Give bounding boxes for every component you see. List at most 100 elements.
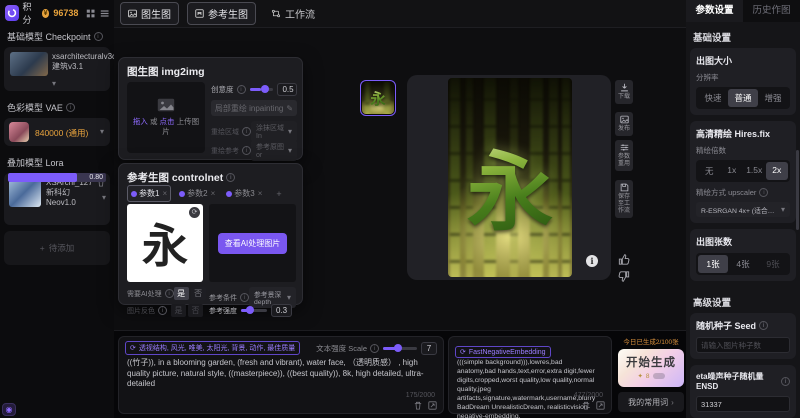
- close-icon[interactable]: ×: [211, 189, 216, 198]
- mask-area-row: 重绘区域i 涂抹区域 In▾: [211, 121, 297, 142]
- cfg-scale-value[interactable]: 7: [421, 342, 437, 355]
- expand-icon[interactable]: [596, 401, 605, 410]
- denoise-label: 创意度: [211, 84, 234, 95]
- denoise-value[interactable]: 0.5: [277, 83, 297, 96]
- strength-value[interactable]: 0.3: [271, 304, 292, 317]
- generated-image[interactable]: 永: [448, 78, 572, 277]
- image-info-icon[interactable]: i: [586, 255, 598, 267]
- cfg-scale-label: 文本强度 Scale: [316, 343, 367, 354]
- hires-scale-segment[interactable]: 无 1x 1.5x 2x: [696, 160, 790, 182]
- upscaler-select[interactable]: R-ESRGAN 4x+ (适合多种风 ▾: [696, 202, 790, 217]
- workflow-icon: [271, 9, 281, 18]
- main-canvas: 图生图 参考生图 工作流 图生图 img2img: [114, 0, 686, 418]
- floating-widget[interactable]: ◉: [2, 403, 16, 416]
- add-lora-label: 待添加: [49, 242, 75, 254]
- params-panel: 参数设置 历史作图 基础设置 出图大小 分辨率 快速 普通 增强 高清精绘 Hi…: [686, 0, 800, 418]
- chevron-down-icon[interactable]: ▾: [102, 193, 106, 202]
- generate-button[interactable]: 开始生成 ✦ 8: [618, 349, 684, 387]
- close-icon[interactable]: ×: [162, 189, 167, 198]
- chevron-down-icon[interactable]: ▾: [52, 79, 56, 88]
- inpaint-button[interactable]: 局部重绘 inpainting✎: [211, 100, 297, 116]
- info-icon: i: [158, 306, 167, 315]
- positive-char-count: 175/2000: [406, 392, 435, 399]
- add-lora-button[interactable]: + 待添加: [4, 231, 110, 265]
- image-icon: [128, 9, 137, 18]
- trash-icon[interactable]: [414, 401, 422, 410]
- positive-prompt-card: ⟳ 透视结构, 风光, 唯美, 太阳光, 背景, 动作, 最佳质量 文本强度 S…: [118, 336, 444, 414]
- checkpoint-card[interactable]: xsarchitecturalv3com建筑v3.1 ▾: [4, 47, 110, 91]
- points-label: 积分: [23, 0, 38, 26]
- invert-label: 图片反色: [127, 306, 155, 316]
- denoise-row: 创意度i 0.5: [211, 83, 297, 96]
- params-list-icon: [620, 143, 629, 152]
- tab-controlnet[interactable]: 参考生图: [187, 2, 256, 25]
- tab-params-settings[interactable]: 参数设置: [686, 0, 743, 22]
- app-logo[interactable]: [5, 5, 19, 21]
- resolution-segment[interactable]: 快速 普通 增强: [696, 87, 790, 109]
- lora-card[interactable]: XSArchi_127新科幻Neov1.0 ▾ 0.80: [4, 173, 110, 225]
- ensd-title: eta噪声种子随机量 ENSDi: [696, 371, 790, 391]
- lora-weight-slider[interactable]: 0.80: [8, 173, 106, 182]
- tab-workflow[interactable]: 工作流: [264, 3, 322, 24]
- lora-model-name: XSArchi_127新科幻Neov1.0: [46, 178, 98, 208]
- replace-image-icon[interactable]: ⟳: [189, 207, 200, 218]
- info-icon: i: [240, 293, 249, 302]
- controlnet-panel-title: 参考生图 controlneti: [119, 164, 302, 185]
- positive-prompt-text[interactable]: ((竹子)), in a blooming garden, (fresh and…: [127, 358, 435, 390]
- info-icon: i: [759, 188, 768, 197]
- sidebar-topbar: 积分 ¥ 96738: [0, 0, 114, 26]
- info-icon: i: [237, 85, 246, 94]
- mask-ref-select[interactable]: 参考原图 or▾: [251, 140, 297, 161]
- info-icon: i: [66, 103, 75, 112]
- cost-value: 8: [646, 373, 650, 380]
- prompt-tags-pill[interactable]: ⟳ 透视结构, 风光, 唯美, 太阳光, 背景, 动作, 最佳质量: [125, 341, 300, 355]
- controlnet-tab-3[interactable]: 参数3×: [223, 186, 265, 201]
- view-ai-processed-button[interactable]: 查看AI处理图片: [218, 233, 288, 254]
- upscaler-label: 精绘方式 upscaleri: [696, 187, 790, 198]
- tab-img2img[interactable]: 图生图: [120, 2, 179, 25]
- mode-tabstrip: 图生图 参考生图 工作流: [114, 0, 686, 28]
- save-to-workflow-button[interactable]: 保存至工作流: [615, 180, 633, 218]
- advanced-settings-label: 高级设置: [686, 287, 800, 313]
- like-button[interactable]: [618, 254, 630, 265]
- thumbs-up-icon: [618, 254, 630, 265]
- reuse-params-button[interactable]: 参数重用: [615, 140, 633, 171]
- seed-input[interactable]: [696, 337, 790, 353]
- negative-embedding-pill[interactable]: ⟳ FastNegativeEmbedding: [455, 346, 551, 358]
- mask-area-select[interactable]: 涂抹区域 In▾: [251, 121, 297, 142]
- add-tab-button[interactable]: +: [276, 189, 281, 199]
- params-scrollbar[interactable]: [796, 150, 799, 230]
- controlnet-tab-1[interactable]: 参数1×: [127, 185, 171, 202]
- chevron-down-icon: ▾: [288, 127, 292, 136]
- invert-toggle[interactable]: 是否: [171, 304, 203, 317]
- strength-slider[interactable]: [241, 309, 267, 312]
- unit-dot-icon: [226, 191, 232, 197]
- batch-count-segment[interactable]: 1张 4张 9张: [696, 253, 790, 275]
- dislike-button[interactable]: [618, 271, 630, 282]
- favorite-prompts-button[interactable]: 我的常用词 ›: [618, 392, 684, 412]
- controlnet-tab-2[interactable]: 参数2×: [176, 186, 218, 201]
- publish-button[interactable]: 发布: [615, 112, 633, 136]
- result-thumbnail-selected[interactable]: 永: [360, 80, 396, 116]
- close-icon[interactable]: ×: [258, 189, 263, 198]
- widget-icon: ◉: [6, 405, 13, 414]
- denoise-slider[interactable]: [250, 88, 274, 91]
- expand-icon[interactable]: [428, 401, 437, 410]
- preprocess-toggle[interactable]: 是否: [174, 287, 206, 300]
- vae-card[interactable]: 840000 (通用) ▾: [4, 118, 110, 146]
- tab-history[interactable]: 历史作图: [743, 0, 800, 22]
- download-button[interactable]: 下载: [615, 80, 633, 104]
- chevron-down-icon[interactable]: ▾: [100, 127, 104, 136]
- hires-title: 高清精绘 Hires.fix: [696, 127, 790, 140]
- cfg-scale-slider[interactable]: [383, 347, 417, 350]
- checkpoint-thumbnail: [10, 52, 48, 76]
- image-upload-dropzone[interactable]: 拖入 或 点击 上传图片: [127, 82, 205, 153]
- positive-prompt-actions: [414, 401, 437, 410]
- menu-icon[interactable]: [100, 8, 109, 19]
- ensd-input[interactable]: [696, 396, 790, 412]
- controlnet-reference-image[interactable]: 永 ⟳: [127, 204, 203, 282]
- grid-icon[interactable]: [86, 8, 95, 19]
- generate-cost: ✦ 8: [618, 372, 684, 380]
- vae-value: 840000 (通用): [35, 127, 88, 139]
- trash-icon[interactable]: [582, 401, 590, 410]
